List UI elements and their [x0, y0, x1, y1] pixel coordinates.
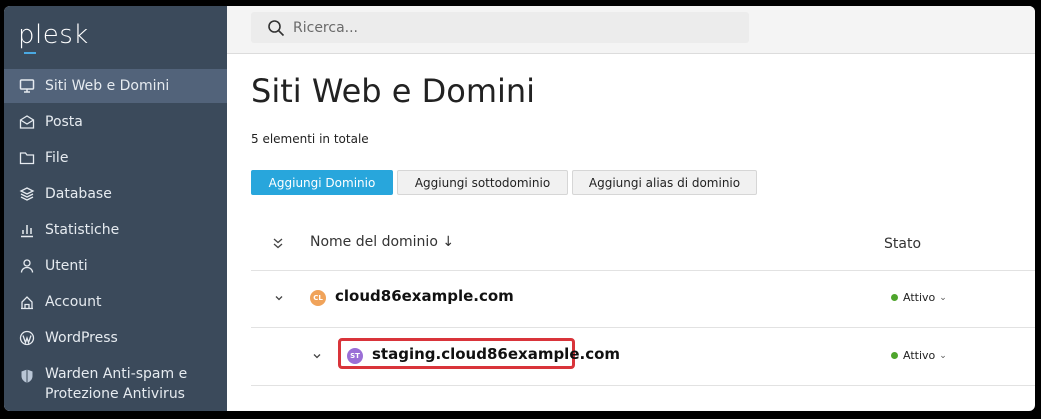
- chevron-down-icon: ⌄: [939, 350, 947, 361]
- sidebar-item-wordpress[interactable]: WordPress: [4, 321, 227, 355]
- sidebar-item-account[interactable]: Account: [4, 285, 227, 319]
- status-text: Attivo: [903, 349, 936, 362]
- table-row: ST staging.cloud86example.com Attivo ⌄: [251, 328, 1035, 386]
- logo-text: plesk: [18, 20, 89, 50]
- add-domain-alias-button[interactable]: Aggiungi alias di dominio: [572, 170, 757, 195]
- sidebar-item-label-line1: Warden Anti-spam e: [45, 366, 188, 382]
- monitor-icon: [19, 78, 35, 94]
- sidebar-item-label: Database: [45, 186, 112, 202]
- domain-avatar: ST: [347, 348, 363, 364]
- sidebar-item-database[interactable]: Database: [4, 177, 227, 211]
- sidebar-item-label-line2: Protezione Antivirus: [45, 386, 185, 402]
- column-domain-name[interactable]: Nome del dominio ↓: [310, 234, 454, 250]
- wordpress-icon: [19, 330, 35, 346]
- domain-name-link[interactable]: cloud86example.com: [335, 287, 514, 305]
- chevron-down-icon: ⌄: [939, 292, 947, 303]
- search-placeholder: Ricerca...: [293, 19, 359, 36]
- item-count: 5 elementi in totale: [251, 132, 369, 146]
- sidebar-item-statistics[interactable]: Statistiche: [4, 213, 227, 247]
- folder-icon: [19, 150, 35, 166]
- plesk-logo[interactable]: plesk: [18, 20, 89, 54]
- top-bar: Ricerca...: [227, 6, 1035, 54]
- user-icon: [19, 258, 35, 274]
- search-icon: [268, 19, 285, 36]
- add-subdomain-button[interactable]: Aggiungi sottodominio: [397, 170, 568, 195]
- sidebar-item-label: Utenti: [45, 258, 88, 274]
- sidebar-item-label: Posta: [45, 114, 83, 130]
- sidebar-item-label: File: [45, 150, 69, 166]
- sidebar-item-files[interactable]: File: [4, 141, 227, 175]
- sidebar-item-websites-domains[interactable]: Siti Web e Domini: [4, 69, 227, 103]
- status-badge[interactable]: Attivo ⌄: [891, 291, 947, 304]
- sidebar-item-mail[interactable]: Posta: [4, 105, 227, 139]
- page-title: Siti Web e Domini: [251, 72, 536, 110]
- logo-accent: [24, 52, 36, 54]
- app-window: plesk Siti Web e Domini Posta File Datab…: [4, 6, 1035, 411]
- column-state[interactable]: Stato: [884, 236, 921, 252]
- table-header: Nome del dominio ↓ Stato: [251, 218, 1035, 271]
- status-dot: [891, 294, 898, 301]
- database-icon: [19, 186, 35, 202]
- main-content: Ricerca... Siti Web e Domini 5 elementi …: [227, 6, 1035, 411]
- expand-all-icon[interactable]: [271, 236, 285, 250]
- sidebar-item-label: Statistiche: [45, 222, 120, 238]
- status-dot: [891, 352, 898, 359]
- table-row: CL cloud86example.com Attivo ⌄: [251, 270, 1035, 328]
- chevron-down-icon[interactable]: [274, 293, 284, 303]
- add-domain-button[interactable]: Aggiungi Dominio: [251, 170, 393, 195]
- sidebar-item-label: Warden Anti-spam e Protezione Antivirus: [45, 364, 187, 404]
- status-text: Attivo: [903, 291, 936, 304]
- account-icon: [19, 294, 35, 310]
- sidebar-item-label: Siti Web e Domini: [45, 78, 170, 94]
- sidebar-item-users[interactable]: Utenti: [4, 249, 227, 283]
- status-badge[interactable]: Attivo ⌄: [891, 349, 947, 362]
- mail-icon: [19, 114, 35, 130]
- bar-chart-icon: [19, 222, 35, 238]
- sidebar-item-label: Account: [45, 294, 102, 310]
- chevron-down-icon[interactable]: [312, 351, 322, 361]
- domain-avatar: CL: [310, 290, 326, 306]
- shield-icon: [19, 368, 35, 384]
- domain-name-link[interactable]: staging.cloud86example.com: [372, 345, 620, 363]
- sidebar-item-warden-antispam[interactable]: Warden Anti-spam e Protezione Antivirus: [4, 364, 227, 410]
- sidebar: plesk Siti Web e Domini Posta File Datab…: [4, 6, 227, 411]
- sidebar-item-label: WordPress: [45, 330, 118, 346]
- search-input[interactable]: Ricerca...: [251, 12, 749, 43]
